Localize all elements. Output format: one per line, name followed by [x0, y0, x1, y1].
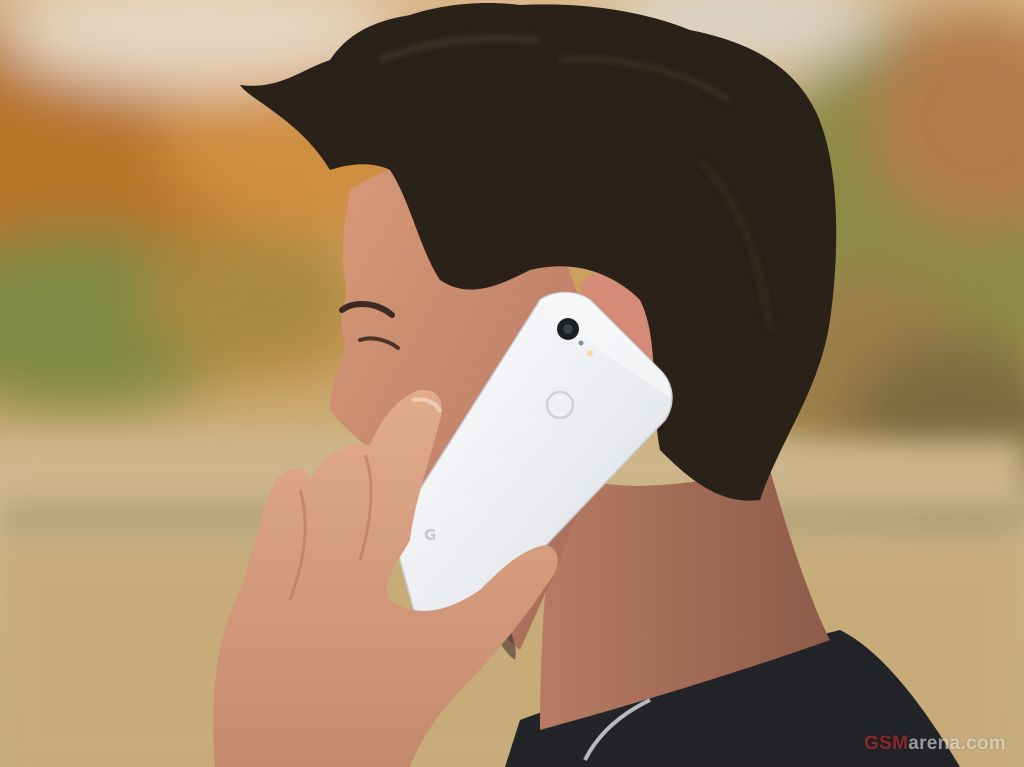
- watermark-arena: arena.com: [908, 733, 1006, 754]
- camera-flash: [587, 350, 593, 356]
- watermark-gsm: GSM: [864, 733, 909, 754]
- photo-scene: G: [0, 0, 1024, 767]
- phone-logo: G: [424, 526, 436, 544]
- watermark: GSMarena.com: [864, 733, 1006, 755]
- camera-sensor: [578, 340, 584, 346]
- photo: G GSMarena.com: [0, 0, 1024, 767]
